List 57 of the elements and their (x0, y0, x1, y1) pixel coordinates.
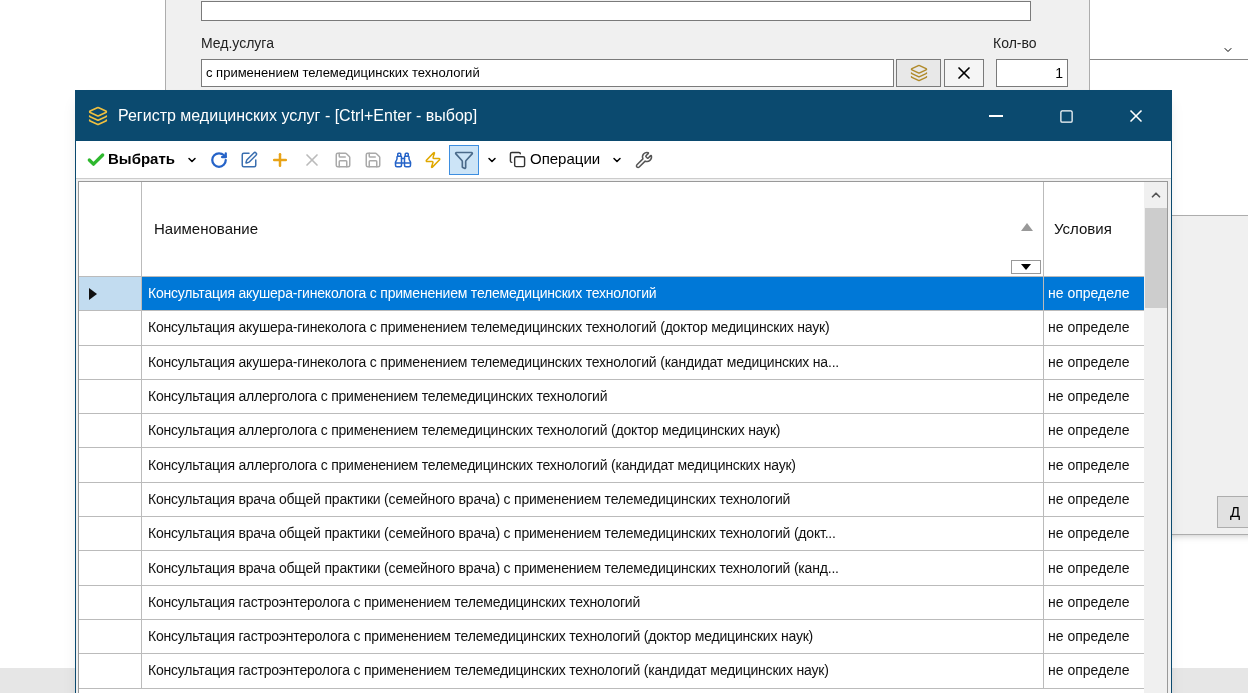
table-cell[interactable]: Консультация акушера-гинеколога с применением телемедицинских технологий (142, 277, 1044, 311)
field-label: Кол-во (993, 34, 1037, 53)
table-cell[interactable]: Консультация врача общей практики (семейного врача) с применением телемедицинских технологий (докт... (142, 517, 1044, 551)
scrollbar[interactable] (1144, 182, 1167, 693)
lightning-icon (424, 150, 442, 169)
sort-arrow-icon (1021, 223, 1033, 231)
input-field[interactable] (201, 1, 1031, 21)
windows-icon (509, 151, 526, 168)
table-cell[interactable]: не определе (1044, 482, 1144, 517)
table-cell[interactable]: Консультация акушера-гинеколога с применением телемедицинских технологий (кандидат медицинских на... (142, 345, 1044, 379)
table-cell[interactable]: Консультация гастроэнтеролога с применением телемедицинских технологий (кандидат медицинских наук) (142, 654, 1044, 688)
table-cell[interactable]: не определе (1044, 311, 1144, 345)
operations-button[interactable]: Операции (505, 144, 605, 175)
filter-button[interactable] (449, 144, 479, 175)
table-cell[interactable]: не определе (1044, 448, 1144, 482)
table-cell[interactable]: не определе (1044, 379, 1144, 414)
edit-icon (240, 150, 258, 169)
table-cell[interactable]: Консультация аллерголога с применением телемедицинских технологий (доктор медицинских наук) (142, 414, 1044, 448)
tools-icon (635, 150, 654, 169)
table-cell[interactable]: не определе (1044, 414, 1144, 448)
field-label: Мед.услуга (201, 34, 274, 53)
dialog-button[interactable]: Д (1217, 496, 1248, 528)
filter-icon (454, 149, 474, 170)
table-cell[interactable]: Консультация аллерголога с применением телемедицинских технологий (кандидат медицинских наук) (142, 448, 1044, 482)
clear-button[interactable] (944, 59, 984, 87)
folders-icon (909, 64, 928, 82)
refresh-icon (210, 150, 228, 169)
input-field[interactable]: с применением телемедицинских технологий (201, 59, 894, 87)
minimize-icon (989, 115, 1003, 117)
filter-dropdown-icon[interactable] (1011, 260, 1041, 274)
table-cell[interactable]: Консультация аллерголога с применением телемедицинских технологий (142, 379, 1044, 414)
table-cell[interactable]: Консультация гастроэнтеролога с применением телемедицинских технологий (142, 585, 1044, 619)
table-cell[interactable]: не определе (1044, 345, 1144, 379)
table-cell[interactable]: не определе (1044, 619, 1144, 654)
row-pointer-icon (89, 287, 97, 300)
row-header[interactable] (79, 277, 142, 311)
table-cell[interactable]: Консультация врача общей практики (семейного врача) с применением телемедицинских технологий (142, 482, 1044, 517)
folders-icon (88, 106, 108, 126)
table-cell[interactable]: не определе (1044, 277, 1144, 311)
save-icon (364, 150, 382, 169)
select-button[interactable]: Выбрать (82, 144, 179, 175)
maximize-icon (1058, 108, 1074, 124)
table-cell[interactable]: Консультация акушера-гинеколога с применением телемедицинских технологий (доктор медицинских наук) (142, 311, 1044, 345)
column-header[interactable]: Наименование (142, 182, 1044, 276)
window-title: Регистр медицинских услуг - [Ctrl+Enter - выбор] (118, 106, 478, 126)
lookup-button[interactable] (896, 59, 941, 87)
binoculars-icon (394, 150, 412, 169)
table-cell[interactable]: Консультация врача общей практики (семейного врача) с применением телемедицинских технологий (канд... (142, 551, 1044, 585)
save-icon (334, 150, 352, 169)
table-cell[interactable]: не определе (1044, 585, 1144, 619)
scroll-thumb[interactable] (1144, 208, 1167, 308)
input-field[interactable]: 1 (996, 59, 1068, 87)
table-cell[interactable]: не определе (1044, 517, 1144, 551)
table-cell[interactable]: не определе (1044, 551, 1144, 585)
table-cell[interactable]: Консультация гастроэнтеролога с применением телемедицинских технологий (доктор медицинских наук) (142, 619, 1044, 654)
table-cell[interactable]: не определе (1044, 654, 1144, 688)
column-header[interactable]: Условия (1044, 182, 1144, 276)
